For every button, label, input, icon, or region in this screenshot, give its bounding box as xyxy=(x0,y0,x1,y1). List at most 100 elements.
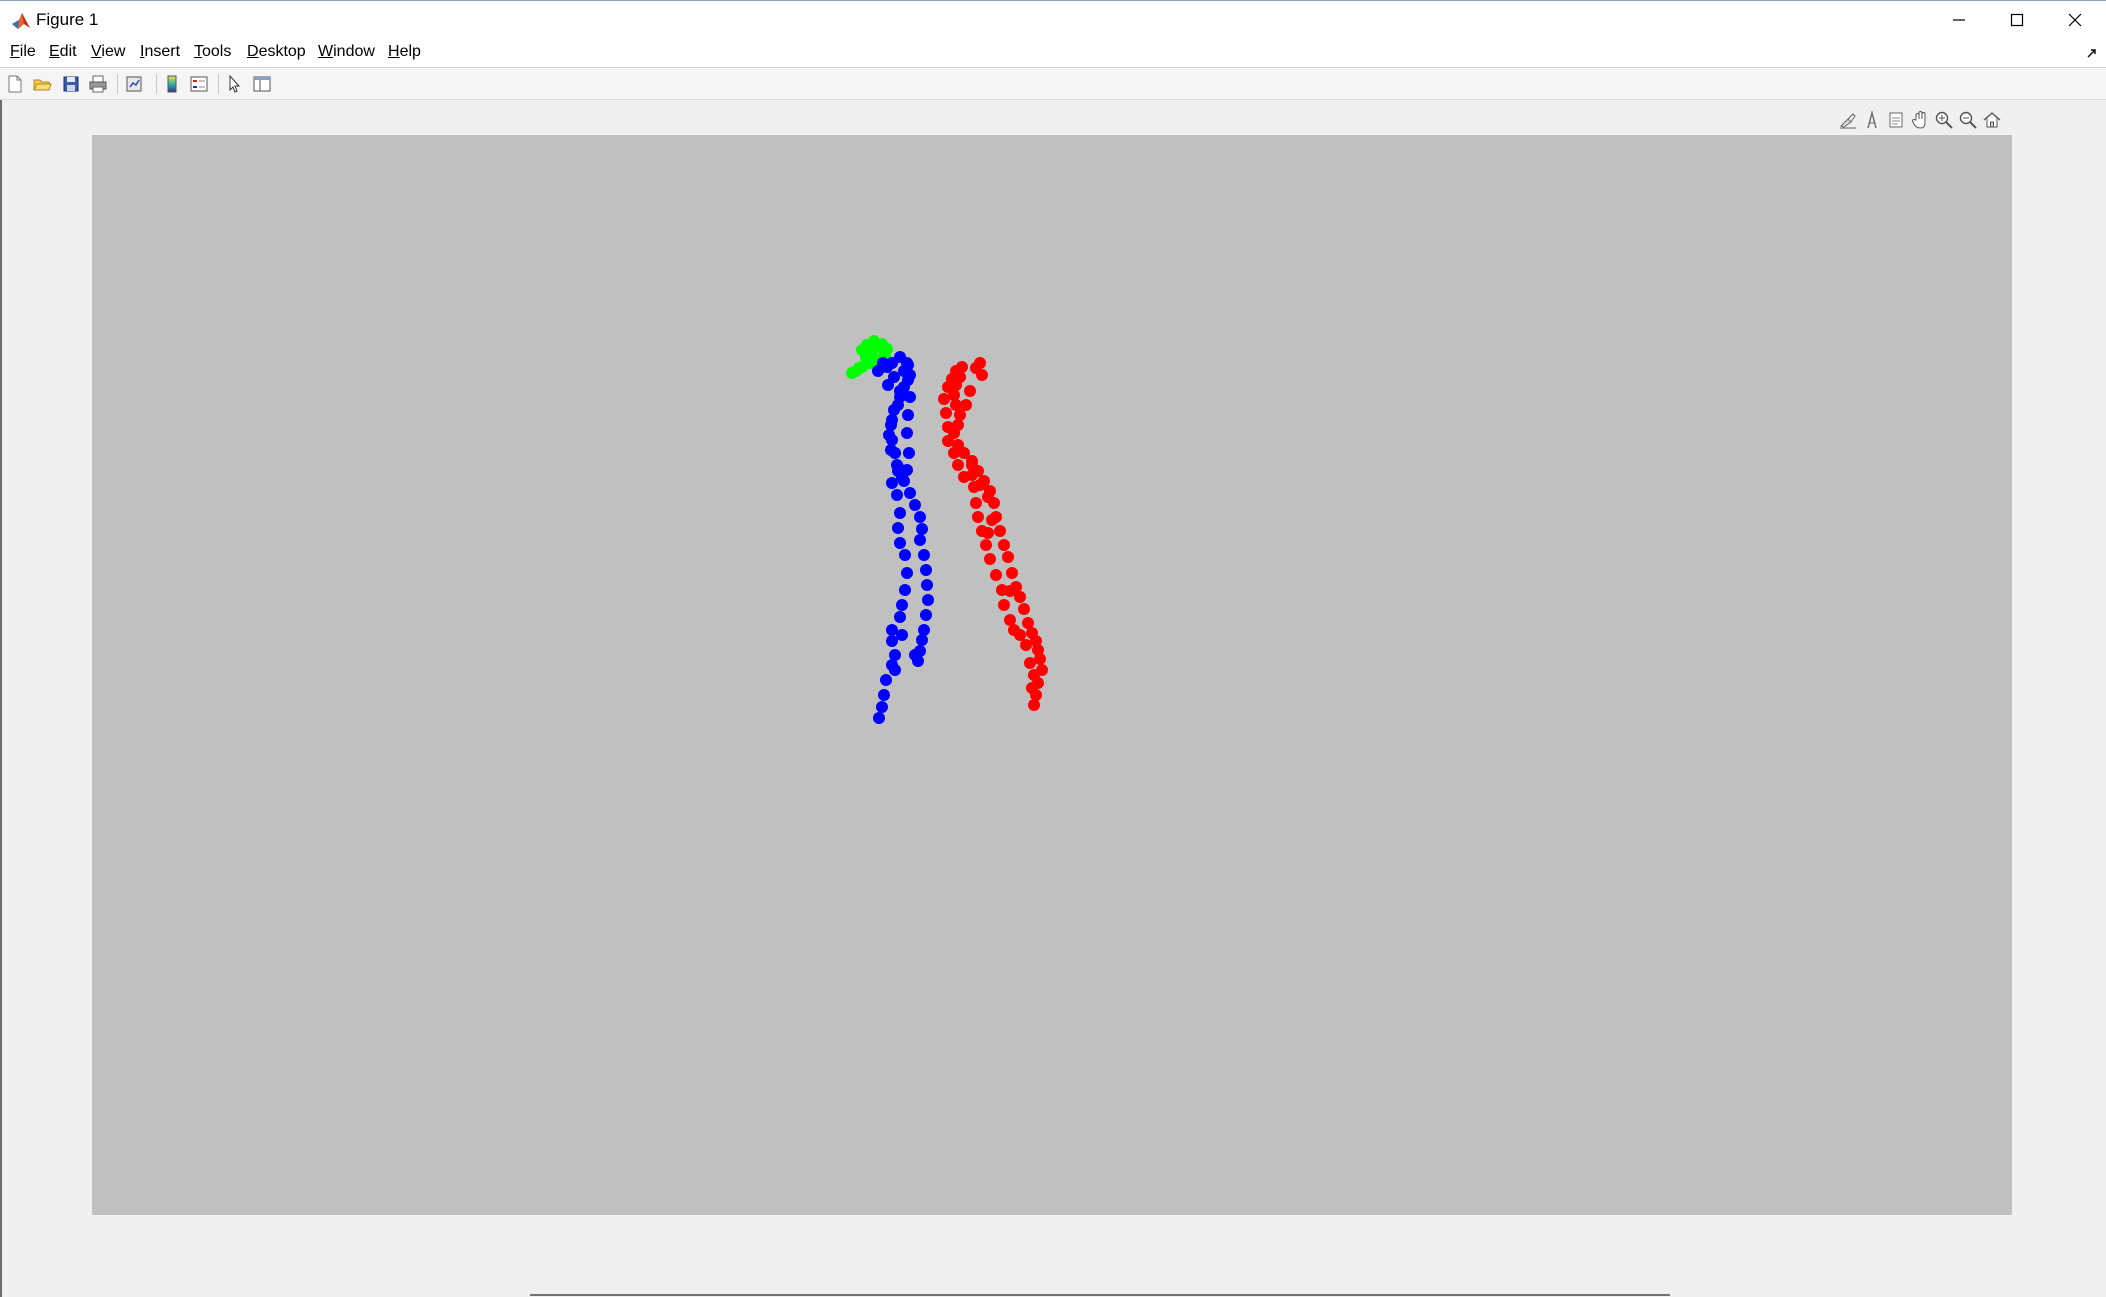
data-point xyxy=(1024,657,1036,669)
save-button[interactable] xyxy=(59,72,83,96)
data-point xyxy=(920,609,932,621)
brush-button[interactable] xyxy=(1836,108,1860,132)
menu-window[interactable]: Window xyxy=(316,43,377,61)
data-point xyxy=(974,479,986,491)
scatter-plot xyxy=(846,335,1048,724)
minimize-button[interactable] xyxy=(1930,1,1988,39)
menu-view[interactable]: View xyxy=(89,43,127,61)
open-file-icon xyxy=(33,79,52,91)
zoom-in-icon xyxy=(1935,111,1953,129)
zoom-in-button[interactable] xyxy=(1932,108,1956,132)
data-point xyxy=(896,629,908,641)
open-file-button[interactable] xyxy=(30,72,54,96)
data-point xyxy=(914,511,926,523)
data-point xyxy=(876,701,888,713)
export-icon xyxy=(1889,112,1903,128)
menu-help[interactable]: Help xyxy=(386,43,423,61)
data-point xyxy=(982,491,994,503)
data-point xyxy=(902,409,914,421)
data-point xyxy=(940,407,952,419)
menu-edit[interactable]: Edit xyxy=(47,43,79,61)
series-2 xyxy=(938,357,1048,711)
menu-tools[interactable]: Tools xyxy=(192,43,233,61)
data-point xyxy=(886,477,898,489)
restore-view-button[interactable] xyxy=(1980,108,2004,132)
export-button[interactable] xyxy=(1884,108,1908,132)
data-point xyxy=(896,599,908,611)
data-point xyxy=(894,385,906,397)
data-point xyxy=(950,365,962,377)
data-point xyxy=(909,649,921,661)
data-point xyxy=(976,369,988,381)
maximize-button[interactable] xyxy=(1988,1,2046,39)
data-point xyxy=(980,539,992,551)
menu-file[interactable]: File xyxy=(8,43,38,61)
data-point xyxy=(966,459,978,471)
data-tips-icon xyxy=(1867,110,1877,129)
figure-toolbar xyxy=(0,68,2106,100)
data-point xyxy=(964,385,976,397)
data-point xyxy=(918,624,930,636)
data-point xyxy=(894,507,906,519)
print-button[interactable] xyxy=(86,72,110,96)
insert-colorbar-icon xyxy=(167,75,177,93)
new-figure-button[interactable] xyxy=(3,72,27,96)
close-button[interactable] xyxy=(2046,1,2104,39)
pan-icon xyxy=(1911,110,1926,129)
data-point xyxy=(873,712,885,724)
data-point xyxy=(889,664,901,676)
data-point xyxy=(886,635,898,647)
data-point xyxy=(878,689,890,701)
data-point xyxy=(994,525,1006,537)
data-point xyxy=(1014,591,1026,603)
data-point xyxy=(918,549,930,561)
undock-arrow-icon[interactable] xyxy=(2086,46,2098,58)
pan-button[interactable] xyxy=(1908,108,1932,132)
series-1 xyxy=(872,351,934,724)
data-point xyxy=(892,399,904,411)
data-point xyxy=(948,447,960,459)
data-point xyxy=(914,534,926,546)
link-plot-icon xyxy=(126,76,142,92)
plot-axes[interactable] xyxy=(92,135,2012,1215)
data-tips-button[interactable] xyxy=(1860,108,1884,132)
menu-desktop[interactable]: Desktop xyxy=(245,43,308,61)
data-point xyxy=(880,674,892,686)
data-point xyxy=(894,537,906,549)
window-bottom-edge xyxy=(530,1294,1670,1296)
insert-legend-icon xyxy=(190,76,208,92)
toolbar-separator xyxy=(117,74,118,94)
data-point xyxy=(998,539,1010,551)
data-point xyxy=(1020,639,1032,651)
link-plot-button[interactable] xyxy=(122,72,146,96)
property-inspector-button[interactable] xyxy=(250,72,274,96)
data-point xyxy=(901,567,913,579)
data-point xyxy=(891,489,903,501)
restore-view-icon xyxy=(1983,112,2001,128)
save-icon xyxy=(63,76,79,92)
data-point xyxy=(1006,567,1018,579)
minimize-icon xyxy=(1953,19,1965,21)
menu-insert[interactable]: Insert xyxy=(138,43,182,61)
data-point xyxy=(938,393,950,405)
data-point xyxy=(974,357,986,369)
data-point xyxy=(916,523,928,535)
insert-legend-button[interactable] xyxy=(187,72,211,96)
data-point xyxy=(990,569,1002,581)
data-point xyxy=(899,584,911,596)
data-point xyxy=(1004,614,1016,626)
axes-toolbar xyxy=(1836,108,2016,134)
data-point xyxy=(916,634,928,646)
data-point xyxy=(1004,585,1016,597)
edit-plot-button[interactable] xyxy=(223,72,247,96)
data-point xyxy=(872,365,884,377)
zoom-out-button[interactable] xyxy=(1956,108,1980,132)
data-point xyxy=(1026,682,1038,694)
data-point xyxy=(892,465,904,477)
data-point xyxy=(954,409,966,421)
data-point xyxy=(892,522,904,534)
data-point xyxy=(952,459,964,471)
insert-colorbar-button[interactable] xyxy=(160,72,184,96)
data-point xyxy=(874,341,886,353)
data-point xyxy=(882,379,894,391)
